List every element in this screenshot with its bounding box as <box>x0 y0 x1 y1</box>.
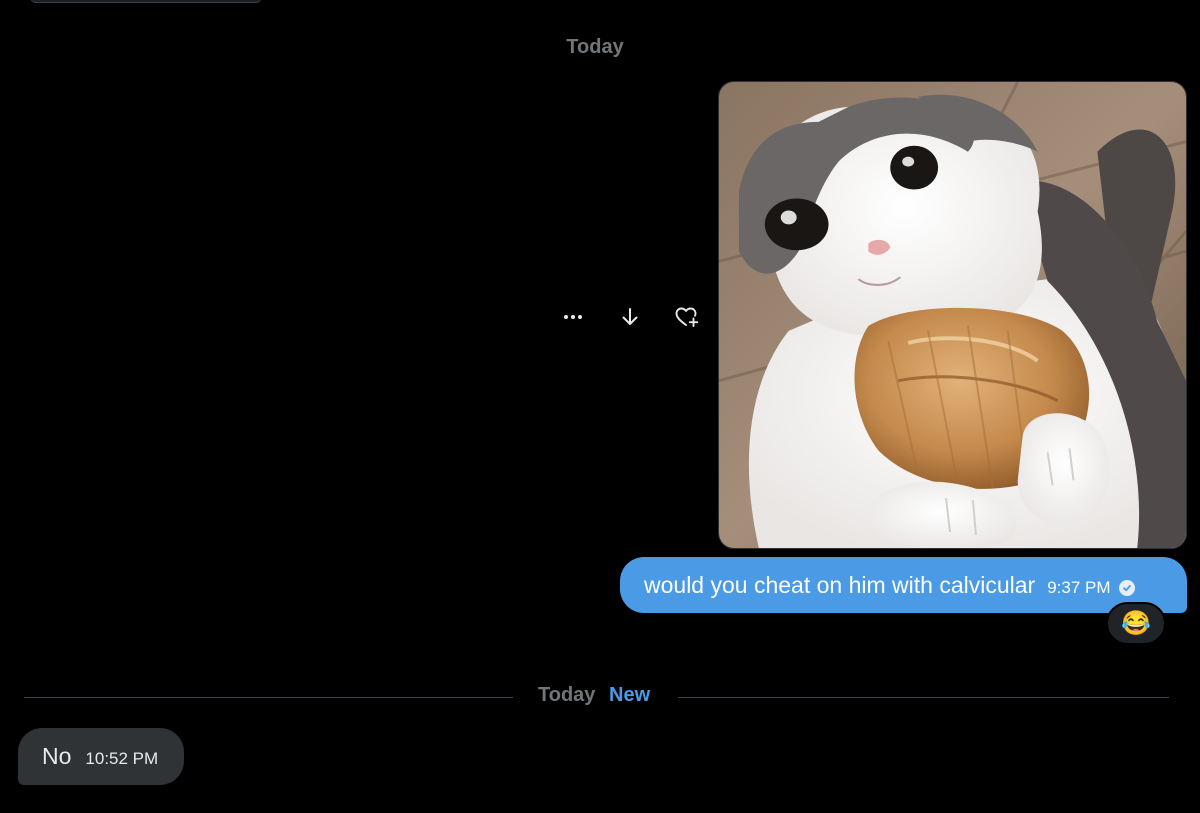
sent-message-meta: 9:37 PM <box>1047 572 1135 598</box>
add-reaction-button[interactable] <box>668 300 706 334</box>
divider-line-right <box>678 697 1169 698</box>
received-message-bubble[interactable]: No 10:52 PM <box>18 728 184 785</box>
more-options-button[interactable] <box>554 300 592 334</box>
new-divider-date: Today <box>538 684 596 706</box>
sent-message-bubble[interactable]: would you cheat on him with calvicular 9… <box>620 557 1187 613</box>
message-reaction[interactable]: 😂 <box>1106 602 1166 645</box>
media-actions <box>554 300 725 334</box>
download-button[interactable] <box>611 300 649 334</box>
add-reaction-icon <box>675 307 699 327</box>
divider-line-left <box>24 697 513 698</box>
date-divider: Today <box>566 36 624 58</box>
cat-with-bread-image <box>719 82 1186 548</box>
more-icon <box>564 315 582 319</box>
previous-element-edge <box>30 0 262 3</box>
download-icon <box>622 308 638 325</box>
received-message-text: No <box>42 743 72 769</box>
message-image[interactable] <box>718 81 1187 549</box>
received-message-time: 10:52 PM <box>85 749 159 768</box>
new-divider-label: New <box>609 684 651 706</box>
read-check-icon <box>1118 580 1135 596</box>
sent-message-time: 9:37 PM <box>1047 578 1111 597</box>
new-messages-divider: Today New <box>24 684 1169 710</box>
sent-message-text: would you cheat on him with calvicular <box>644 571 1036 598</box>
